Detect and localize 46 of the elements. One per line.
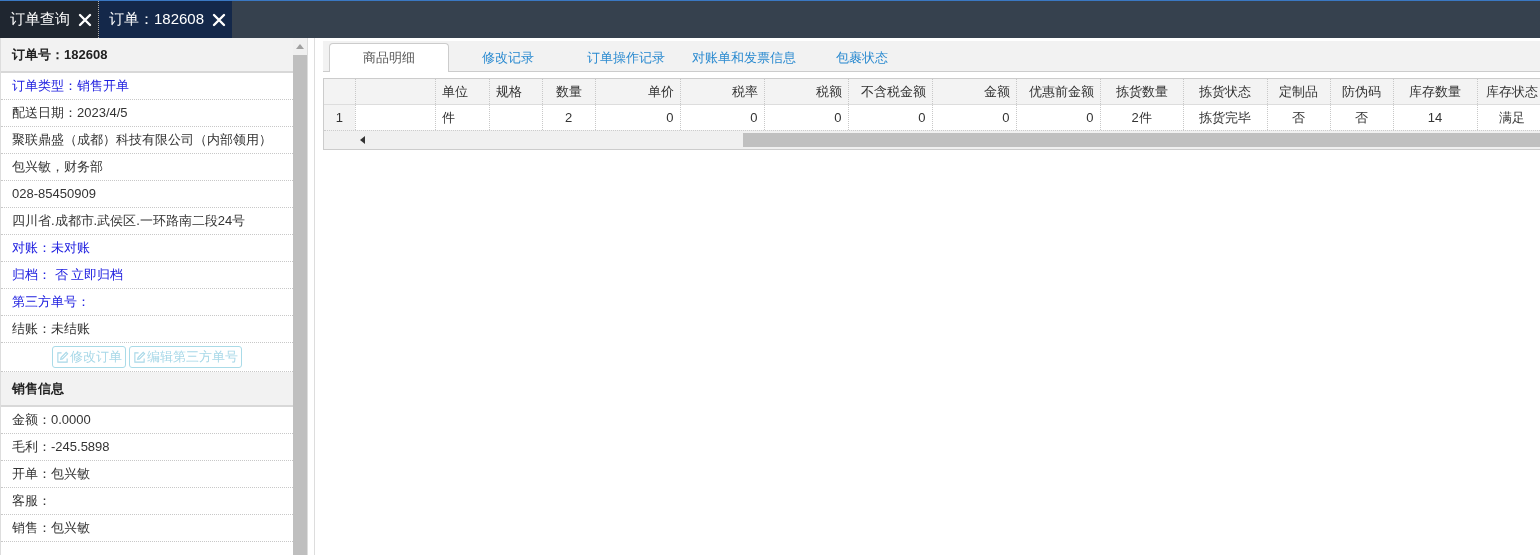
column-header: 拣货数量 [1115,83,1168,99]
close-icon[interactable] [212,12,227,27]
detail-tab[interactable]: 商品明细 [329,43,449,72]
column-header: 防伪码 [1342,83,1381,99]
table-cell: 满足 [1499,109,1525,125]
column-header: 库存状态 [1486,83,1538,99]
edit-icon [133,350,146,364]
panel-heading: 销售信息 [1,372,293,407]
page-tab[interactable]: 订单：182608 [99,1,233,38]
vertical-scrollbar[interactable] [293,38,307,555]
column-header: 金额 [983,83,1010,99]
table-cell: 0 [1086,110,1094,125]
column-header: 优惠前金额 [1028,83,1094,99]
detail-tab[interactable]: 修改记录 [449,44,567,71]
column-header: 拣货状态 [1199,83,1251,99]
close-icon[interactable] [78,12,92,27]
detail-tab[interactable]: 对账单和发票信息 [685,44,803,71]
column-header: 定制品 [1279,83,1318,99]
column-header: 税率 [731,83,758,99]
horizontal-scrollbar[interactable] [324,130,1540,149]
page-tab[interactable]: 订单查询 [0,1,99,38]
table-cell: 拣货完毕 [1199,109,1251,125]
column-header: 单位 [441,83,468,99]
column-header: 库存数量 [1409,83,1461,99]
column-header: 单价 [647,83,674,99]
table-cell: 14 [1427,110,1443,125]
table-cell: 件 [441,109,455,125]
table-cell: 2 [564,110,573,125]
table-cell: 0 [918,110,926,125]
detail-tab[interactable]: 订单操作记录 [567,44,685,71]
table-cell: 0 [834,110,842,125]
column-header: 不含税金额 [860,83,926,99]
detail-tab[interactable]: 包裹状态 [803,44,921,71]
table-cell: 1 [335,110,343,125]
edit-icon [56,350,69,364]
table-cell: 否 [1292,109,1305,125]
column-header: 税额 [815,83,842,99]
table-cell: 否 [1355,109,1368,125]
panel-heading: 订单号：182608 [1,38,293,73]
table-cell: 0 [666,110,674,125]
table-cell: 0 [1002,110,1010,125]
table-cell: 2件 [1131,109,1152,125]
scroll-left-icon[interactable] [360,136,365,144]
column-header: 规格 [495,83,522,99]
table-cell: 0 [750,110,758,125]
column-header: 数量 [555,83,582,99]
